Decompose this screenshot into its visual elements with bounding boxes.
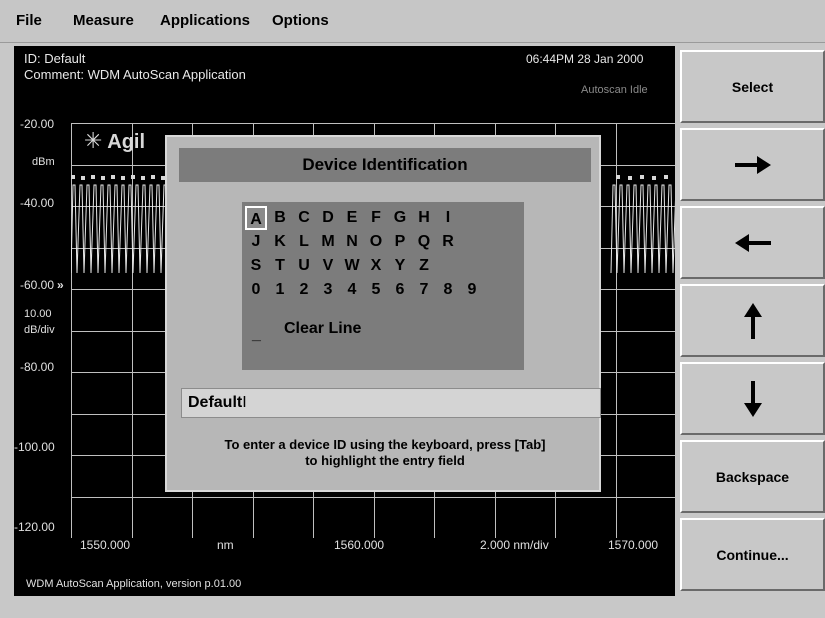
key-q[interactable]: Q (413, 230, 435, 254)
timestamp: 06:44PM 28 Jan 2000 (526, 52, 644, 66)
key-f[interactable]: F (365, 206, 387, 230)
x-per-div-label: 2.000 nm/div (480, 538, 549, 552)
text-cursor: I (242, 394, 247, 411)
menu-applications[interactable]: Applications (160, 12, 250, 29)
backspace-label: Backspace (715, 468, 790, 485)
x-start-label: 1550.000 (80, 538, 131, 552)
key-e[interactable]: E (341, 206, 363, 230)
dialog-title: Device Identification (179, 148, 591, 182)
x-unit-label: nm (217, 538, 234, 552)
y-unit-label: dBm (32, 156, 55, 168)
character-keypad: _ Clear Line ABCDEFGHI JKLMNOPQR STUVWXYZ 0… (242, 202, 524, 370)
key-b[interactable]: B (269, 206, 291, 230)
key-d[interactable]: D (317, 206, 339, 230)
menu-options[interactable]: Options (272, 12, 329, 29)
instruction-line-1: To enter a device ID using the keyboard,… (224, 437, 546, 452)
down-arrow-icon (743, 380, 762, 417)
key-7[interactable]: 7 (413, 278, 435, 302)
y-tick-label: -40.00 (20, 196, 55, 210)
scan-status: Autoscan Idle (581, 84, 648, 96)
key-s[interactable]: S (245, 254, 267, 278)
agilent-logo: ✳ Agil (84, 128, 146, 153)
key-h[interactable]: H (413, 206, 435, 230)
right-arrow-icon (734, 155, 771, 174)
x-end-label: 1570.000 (608, 538, 659, 552)
comment-line: Comment: WDM AutoScan Application (24, 67, 246, 82)
key-o[interactable]: O (365, 230, 387, 254)
key-u[interactable]: U (293, 254, 315, 278)
key-v[interactable]: V (317, 254, 339, 278)
y-tick-label: -100.00 (14, 440, 55, 454)
up-arrow-button[interactable] (680, 284, 825, 357)
key-4[interactable]: 4 (341, 278, 363, 302)
key-y[interactable]: Y (389, 254, 411, 278)
key-l[interactable]: L (293, 230, 315, 254)
y-tick-label: -20.00 (20, 117, 55, 131)
key-k[interactable]: K (269, 230, 291, 254)
device-id-entry-field[interactable]: DefaultI (181, 388, 601, 418)
version-status: WDM AutoScan Application, version p.01.0… (26, 578, 242, 590)
key-1[interactable]: 1 (269, 278, 291, 302)
down-arrow-button[interactable] (680, 362, 825, 435)
clear-line-key[interactable]: Clear Line (284, 320, 361, 338)
y-tick-label: -80.00 (20, 360, 55, 374)
scale-unit: dB/div (24, 324, 55, 336)
key-t[interactable]: T (269, 254, 291, 278)
key-x[interactable]: X (365, 254, 387, 278)
device-identification-dialog: Device Identification _ Clear Line ABCDE… (165, 135, 601, 492)
continue-label: Continue... (716, 546, 789, 563)
select-label: Select (731, 78, 774, 95)
menu-measure[interactable]: Measure (73, 12, 134, 29)
continue-button[interactable]: Continue... (680, 518, 825, 591)
device-id-line: ID: Default (24, 51, 86, 66)
softkey-panel: Select Backspace Continue... (680, 46, 825, 601)
key-0[interactable]: 0 (245, 278, 267, 302)
reference-marker: » (57, 278, 64, 292)
instrument-display: ID: Default Comment: WDM AutoScan Applic… (14, 46, 675, 596)
up-arrow-icon (743, 302, 762, 339)
key-c[interactable]: C (293, 206, 315, 230)
key-2[interactable]: 2 (293, 278, 315, 302)
entry-value: Default (188, 394, 243, 411)
key-underscore[interactable]: _ (252, 326, 261, 344)
menu-file[interactable]: File (16, 12, 42, 29)
y-tick-label: -60.00 (20, 278, 55, 292)
key-w[interactable]: W (341, 254, 363, 278)
key-3[interactable]: 3 (317, 278, 339, 302)
menu-bar: File Measure Applications Options (0, 0, 825, 43)
x-center-label: 1560.000 (334, 538, 385, 552)
key-a[interactable]: A (245, 206, 267, 230)
key-6[interactable]: 6 (389, 278, 411, 302)
key-9[interactable]: 9 (461, 278, 483, 302)
instruction-line-2: to highlight the entry field (305, 453, 465, 468)
key-j[interactable]: J (245, 230, 267, 254)
instruction-text: To enter a device ID using the keyboard,… (167, 437, 603, 469)
key-m[interactable]: M (317, 230, 339, 254)
backspace-button[interactable]: Backspace (680, 440, 825, 513)
y-tick-label: -120.00 (14, 520, 55, 534)
key-5[interactable]: 5 (365, 278, 387, 302)
key-z[interactable]: Z (413, 254, 435, 278)
key-n[interactable]: N (341, 230, 363, 254)
left-arrow-button[interactable] (680, 206, 825, 279)
right-arrow-button[interactable] (680, 128, 825, 201)
select-button[interactable]: Select (680, 50, 825, 123)
key-p[interactable]: P (389, 230, 411, 254)
key-r[interactable]: R (437, 230, 459, 254)
scale-value: 10.00 (24, 308, 52, 320)
key-i[interactable]: I (437, 206, 459, 230)
key-8[interactable]: 8 (437, 278, 459, 302)
key-g[interactable]: G (389, 206, 411, 230)
left-arrow-icon (734, 233, 771, 252)
